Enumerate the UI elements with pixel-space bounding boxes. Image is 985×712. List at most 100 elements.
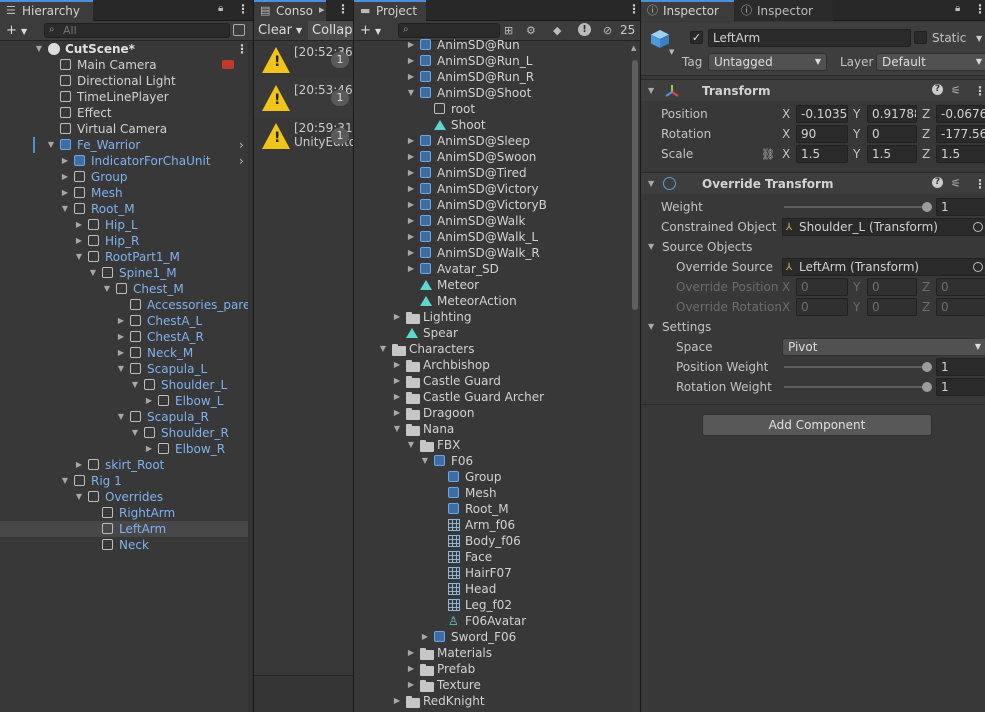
foldout-collapsed-icon[interactable]: ▶ xyxy=(406,661,416,677)
foldout-collapsed-icon[interactable]: ▶ xyxy=(116,345,126,361)
foldout-collapsed-icon[interactable]: ▶ xyxy=(60,169,70,185)
hierarchy-item[interactable]: ▼ Scapula_L xyxy=(0,361,248,377)
tag-dropdown[interactable]: Untagged ▼ xyxy=(708,53,827,71)
search-by-type-icon[interactable]: ⊞ xyxy=(504,24,513,37)
foldout-collapsed-icon[interactable]: ▶ xyxy=(392,373,402,389)
foldout-collapsed-icon[interactable]: ▶ xyxy=(406,245,416,261)
kebab-menu-icon[interactable]: ⋮ xyxy=(237,2,249,16)
foldout-collapsed-icon[interactable]: ▶ xyxy=(406,149,416,165)
scale-x-label[interactable]: X xyxy=(782,144,790,164)
kebab-menu-icon[interactable]: ⋮ xyxy=(974,2,985,16)
project-item[interactable]: ▶ RedKnight xyxy=(354,693,630,709)
rotation-weight-label[interactable]: Rotation Weight xyxy=(676,377,772,397)
transform-header[interactable]: ▼ Transform ? ⚟ ⋮ xyxy=(641,79,985,101)
position-weight-slider-thumb[interactable] xyxy=(922,362,932,372)
hierarchy-item[interactable]: ▶ skirt_Root xyxy=(0,457,248,473)
foldout-collapsed-icon[interactable]: ▶ xyxy=(74,233,84,249)
project-item[interactable]: ▶ AnimSD@Victory xyxy=(354,181,630,197)
hierarchy-item[interactable]: ▼ Shoulder_R xyxy=(0,425,248,441)
hierarchy-item[interactable]: Virtual Camera xyxy=(0,121,248,137)
foldout-expanded-icon[interactable]: ▼ xyxy=(46,137,56,153)
hierarchy-item[interactable]: Neck xyxy=(0,537,248,553)
foldout-arrow-icon[interactable]: ▼ xyxy=(648,179,654,188)
project-scrollbar[interactable]: ▲ xyxy=(631,42,639,712)
project-item[interactable]: ▶ Texture xyxy=(354,677,630,693)
hierarchy-item[interactable]: ▼ Scapula_R xyxy=(0,409,248,425)
foldout-expanded-icon[interactable]: ▼ xyxy=(378,341,388,357)
project-item[interactable]: Mesh xyxy=(354,485,630,501)
foldout-collapsed-icon[interactable]: ▶ xyxy=(406,229,416,245)
collapse-button[interactable]: Collaps xyxy=(308,21,353,40)
scroll-up-arrow[interactable]: ▲ xyxy=(631,44,636,52)
lock-icon[interactable]: 🔒︎ xyxy=(218,3,228,16)
project-item[interactable]: Face xyxy=(354,549,630,565)
constrained-object-field[interactable]: ⅄ Shoulder_L (Transform) xyxy=(782,218,985,236)
project-item[interactable]: Root_M xyxy=(354,501,630,517)
foldout-collapsed-icon[interactable]: ▶ xyxy=(60,185,70,201)
foldout-collapsed-icon[interactable]: ▶ xyxy=(406,53,416,69)
foldout-arrow-icon[interactable]: ▼ xyxy=(648,322,654,331)
foldout-expanded-icon[interactable]: ▼ xyxy=(102,281,112,297)
project-item[interactable]: ▶ Avatar_SD xyxy=(354,261,630,277)
project-item[interactable]: ▶ AnimSD@Walk_L xyxy=(354,229,630,245)
hierarchy-item[interactable]: ▶ Elbow_R xyxy=(0,441,248,457)
hierarchy-search-input[interactable]: ⌕ All xyxy=(44,23,230,38)
space-label[interactable]: Space xyxy=(676,337,713,357)
tab-inspector-1[interactable]: ⓘ Inspector xyxy=(641,0,734,21)
hierarchy-item[interactable]: ▶ Mesh xyxy=(0,185,248,201)
override-source-label[interactable]: Override Source xyxy=(676,257,773,277)
project-item[interactable]: Spear xyxy=(354,325,630,341)
foldout-expanded-icon[interactable]: ▼ xyxy=(74,249,84,265)
position-z-field[interactable]: -0.0676 xyxy=(936,105,985,123)
project-item[interactable]: Body_f06 xyxy=(354,533,630,549)
project-item[interactable]: ▼ AnimSD@Shoot xyxy=(354,85,630,101)
scale-z-field[interactable]: 1.5 xyxy=(936,145,985,163)
hierarchy-item[interactable]: ▼ Fe_Warrior › xyxy=(0,137,248,153)
project-item[interactable]: Arm_f06 xyxy=(354,517,630,533)
project-item[interactable]: ▶ AnimSD@Run_R xyxy=(354,69,630,85)
static-dropdown-icon[interactable]: ▼ xyxy=(976,34,982,43)
hierarchy-item[interactable]: LeftArm xyxy=(0,521,248,537)
foldout-expanded-icon[interactable]: ▼ xyxy=(130,377,140,393)
foldout-arrow-icon[interactable]: ▼ xyxy=(648,242,654,251)
weight-field[interactable]: 1 xyxy=(936,198,985,216)
override-transform-header[interactable]: ▼ Override Transform ? ⚟ ⋮ xyxy=(641,172,985,194)
project-item[interactable]: ▼ Characters xyxy=(354,341,630,357)
foldout-arrow-icon[interactable]: ▼ xyxy=(648,86,654,95)
rotation-y-field[interactable]: 0 xyxy=(867,125,917,143)
foldout-expanded-icon[interactable]: ▼ xyxy=(34,41,44,57)
hierarchy-item[interactable]: Directional Light xyxy=(0,73,248,89)
project-search-input[interactable]: ⌕ xyxy=(398,23,500,38)
project-item[interactable]: ▶ AnimSD@Sleep xyxy=(354,133,630,149)
foldout-collapsed-icon[interactable]: ▶ xyxy=(406,37,416,53)
foldout-collapsed-icon[interactable]: ▶ xyxy=(392,405,402,421)
foldout-expanded-icon[interactable]: ▼ xyxy=(88,265,98,281)
scale-y-field[interactable]: 1.5 xyxy=(867,145,917,163)
weight-label[interactable]: Weight xyxy=(661,197,703,217)
foldout-collapsed-icon[interactable]: ▶ xyxy=(392,309,402,325)
project-item[interactable]: ▶ AnimSD@VictoryB xyxy=(354,197,630,213)
hidden-packages-icon[interactable]: ⊘ xyxy=(603,24,612,37)
object-picker-icon[interactable] xyxy=(973,222,983,232)
project-item[interactable]: Meteor xyxy=(354,277,630,293)
foldout-expanded-icon[interactable]: ▼ xyxy=(60,473,70,489)
tab-hierarchy[interactable]: ☰ Hierarchy xyxy=(0,0,93,21)
project-item[interactable]: ▶ Lighting xyxy=(354,309,630,325)
weight-slider-track[interactable] xyxy=(784,206,927,208)
project-item[interactable]: ♙ F06Avatar xyxy=(354,613,630,629)
filter-type-icon[interactable]: ⚙ xyxy=(526,24,536,37)
project-item[interactable]: ▶ Prefab xyxy=(354,661,630,677)
hierarchy-item[interactable]: ▶ Group xyxy=(0,169,248,185)
icon-dropdown-icon[interactable]: ▼ xyxy=(669,48,674,56)
project-item[interactable]: ▶ AnimSD@Walk xyxy=(354,213,630,229)
override-source-field[interactable]: ⅄ LeftArm (Transform) xyxy=(782,258,985,276)
position-label[interactable]: Position xyxy=(661,104,708,124)
object-picker-icon[interactable] xyxy=(973,262,983,272)
project-item[interactable]: Group xyxy=(354,469,630,485)
foldout-expanded-icon[interactable]: ▼ xyxy=(116,409,126,425)
console-entry[interactable]: ! [20:52:36] 1 xyxy=(254,41,353,79)
prefab-open-chevron-icon[interactable]: › xyxy=(239,137,244,153)
lock-icon[interactable]: 🔒︎ xyxy=(955,3,965,16)
hierarchy-item[interactable]: ▼ Chest_M xyxy=(0,281,248,297)
rotation-x-label[interactable]: X xyxy=(782,124,790,144)
